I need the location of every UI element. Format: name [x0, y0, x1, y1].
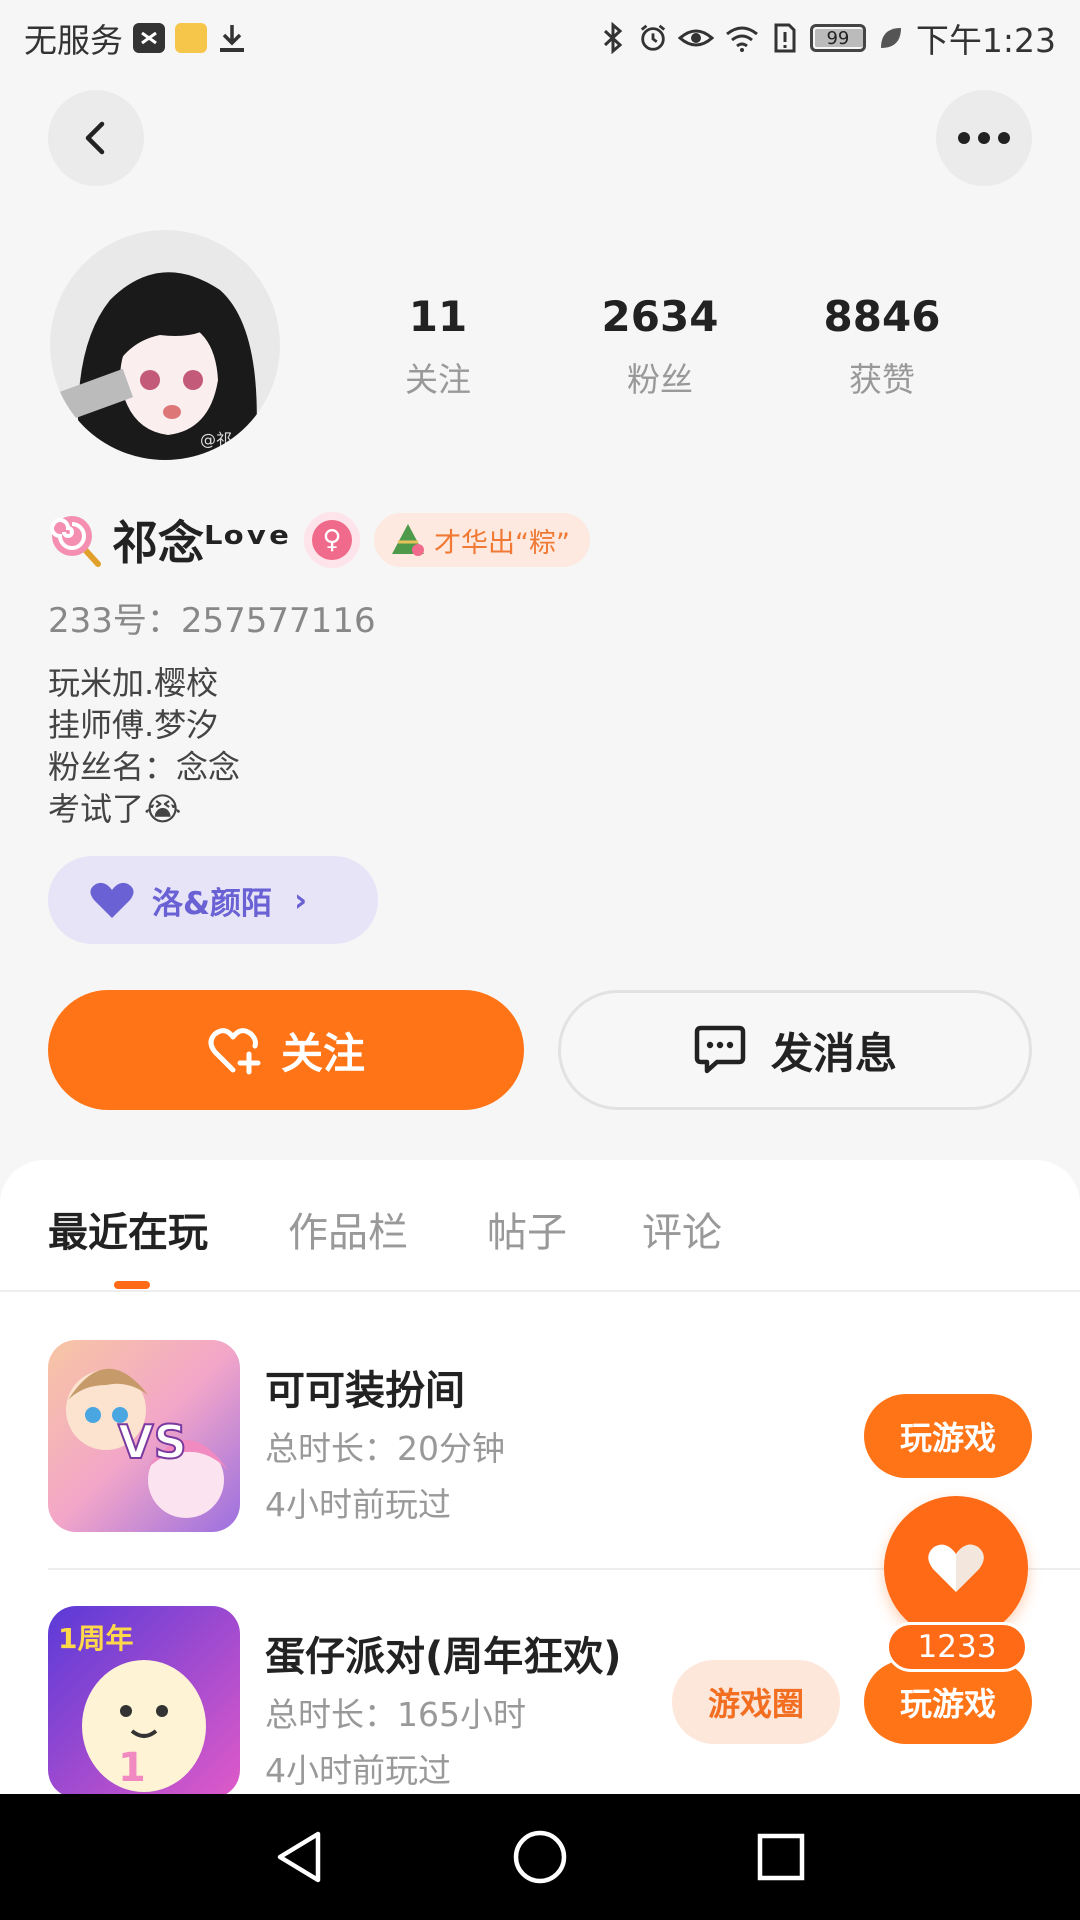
username: 祁念ᴸᵒᵛᵉ [112, 516, 290, 570]
account-id: 233号：257577116 [48, 601, 376, 641]
female-icon: ♀ [311, 520, 352, 560]
system-nav-bar [0, 1794, 1080, 1920]
triangle-back-icon [277, 1831, 321, 1883]
stat-label: 粉丝 [627, 360, 693, 399]
tab-indicator [114, 1281, 150, 1289]
zongzi-icon [391, 524, 424, 556]
heart-plus-icon [208, 1028, 261, 1075]
wifi-icon [724, 21, 760, 55]
follow-label: 关注 [280, 1028, 365, 1078]
more-button[interactable] [936, 90, 1032, 186]
stat-likes[interactable]: 8846 获赞 [792, 292, 972, 401]
back-button[interactable] [48, 90, 144, 186]
clock: 下午1:23 [915, 21, 1056, 60]
more-dots-icon [958, 132, 1010, 144]
tab-recently-played[interactable]: 最近在玩 [48, 1200, 208, 1258]
battery-level: 99 [826, 27, 850, 49]
message-label: 发消息 [770, 1028, 897, 1078]
stat-value: 11 [408, 292, 468, 341]
stat-label: 获赞 [849, 360, 915, 399]
stat-value: 2634 [601, 292, 719, 341]
square-recents-icon [757, 1833, 805, 1881]
game-badge-text: 1周年 [58, 1622, 133, 1655]
honor-badge-label: 才华出“粽” [433, 527, 570, 559]
circle-home-icon [513, 1830, 567, 1884]
game-duration: 总时长：165小时 [265, 1695, 526, 1734]
like-count: 1233 [886, 1622, 1028, 1672]
leaf-icon [876, 21, 906, 55]
avatar[interactable]: @祁 [50, 230, 280, 460]
notes-app-icon [175, 23, 207, 53]
tab-comments[interactable]: 评论 [642, 1200, 722, 1258]
eye-care-icon [677, 21, 714, 55]
nav-home-button[interactable] [507, 1824, 573, 1890]
nav-recents-button[interactable] [748, 1824, 814, 1890]
stat-followers[interactable]: 2634 粉丝 [570, 292, 750, 401]
play-game-button[interactable]: 玩游戏 [864, 1394, 1032, 1478]
fan-group-button[interactable]: 洛&颜陌 › [48, 856, 378, 944]
heart-icon [90, 882, 134, 918]
alarm-icon [638, 21, 668, 55]
svg-text:VS: VS [118, 1415, 187, 1469]
stat-label: 关注 [405, 360, 471, 399]
status-bar: 无服务 99 下午1:23 [0, 0, 1080, 76]
play-game-button[interactable]: 玩游戏 [864, 1660, 1032, 1744]
heart-icon [928, 1544, 984, 1592]
chevron-right-icon: › [294, 881, 308, 919]
message-button[interactable]: 发消息 [558, 990, 1032, 1110]
svg-text:1: 1 [118, 1745, 146, 1791]
tab-works[interactable]: 作品栏 [288, 1200, 408, 1258]
battery-icon: 99 [809, 24, 866, 52]
sim-alert-icon [770, 21, 800, 55]
game-icon: VS [48, 1340, 240, 1532]
gender-badge: ♀ [303, 512, 360, 568]
chevron-left-icon [85, 121, 105, 155]
bio-line: 挂师傅.梦汐 [48, 706, 219, 744]
download-icon [217, 21, 247, 55]
game-duration: 总时长：20分钟 [265, 1429, 505, 1468]
tab-bar: 最近在玩 作品栏 帖子 评论 [0, 1160, 1080, 1292]
tab-posts[interactable]: 帖子 [487, 1200, 567, 1258]
stat-following[interactable]: 11 关注 [348, 292, 528, 401]
lollipop-icon [50, 516, 101, 567]
nav-back-button[interactable] [266, 1824, 332, 1890]
bio-line: 玩米加.樱校 [48, 664, 219, 702]
follow-button[interactable]: 关注 [48, 990, 524, 1110]
game-icon: 1周年 1 [48, 1606, 240, 1798]
content-card: 最近在玩 作品栏 帖子 评论 VS 可可装扮间 总时长：20分钟 4小时前玩过 … [0, 1160, 1080, 1800]
game-title: 可可装扮间 [265, 1368, 465, 1414]
bio: 玩米加.樱校 挂师傅.梦汐 粉丝名：念念 考试了😭 [48, 662, 240, 830]
bio-line: 考试了😭 [48, 790, 182, 828]
floating-like-button[interactable] [884, 1496, 1028, 1640]
game-circle-button[interactable]: 游戏圈 [672, 1660, 840, 1744]
svg-text:@祁: @祁 [200, 430, 232, 449]
game-title: 蛋仔派对(周年狂欢) [265, 1634, 622, 1680]
stat-value: 8846 [823, 292, 941, 341]
bio-line: 粉丝名：念念 [48, 748, 241, 786]
name-row: 祁念ᴸᵒᵛᵉ ♀ 才华出“粽” [48, 508, 590, 572]
game-last-played: 4小时前玩过 [265, 1751, 451, 1790]
honor-badge[interactable]: 才华出“粽” [373, 513, 590, 567]
tiktok-icon [133, 23, 165, 53]
bluetooth-icon [598, 21, 628, 55]
chat-bubble-icon [694, 1025, 746, 1074]
carrier-label: 无服务 [24, 21, 123, 60]
game-last-played: 4小时前玩过 [265, 1485, 451, 1524]
fan-group-label: 洛&颜陌 [152, 885, 273, 922]
